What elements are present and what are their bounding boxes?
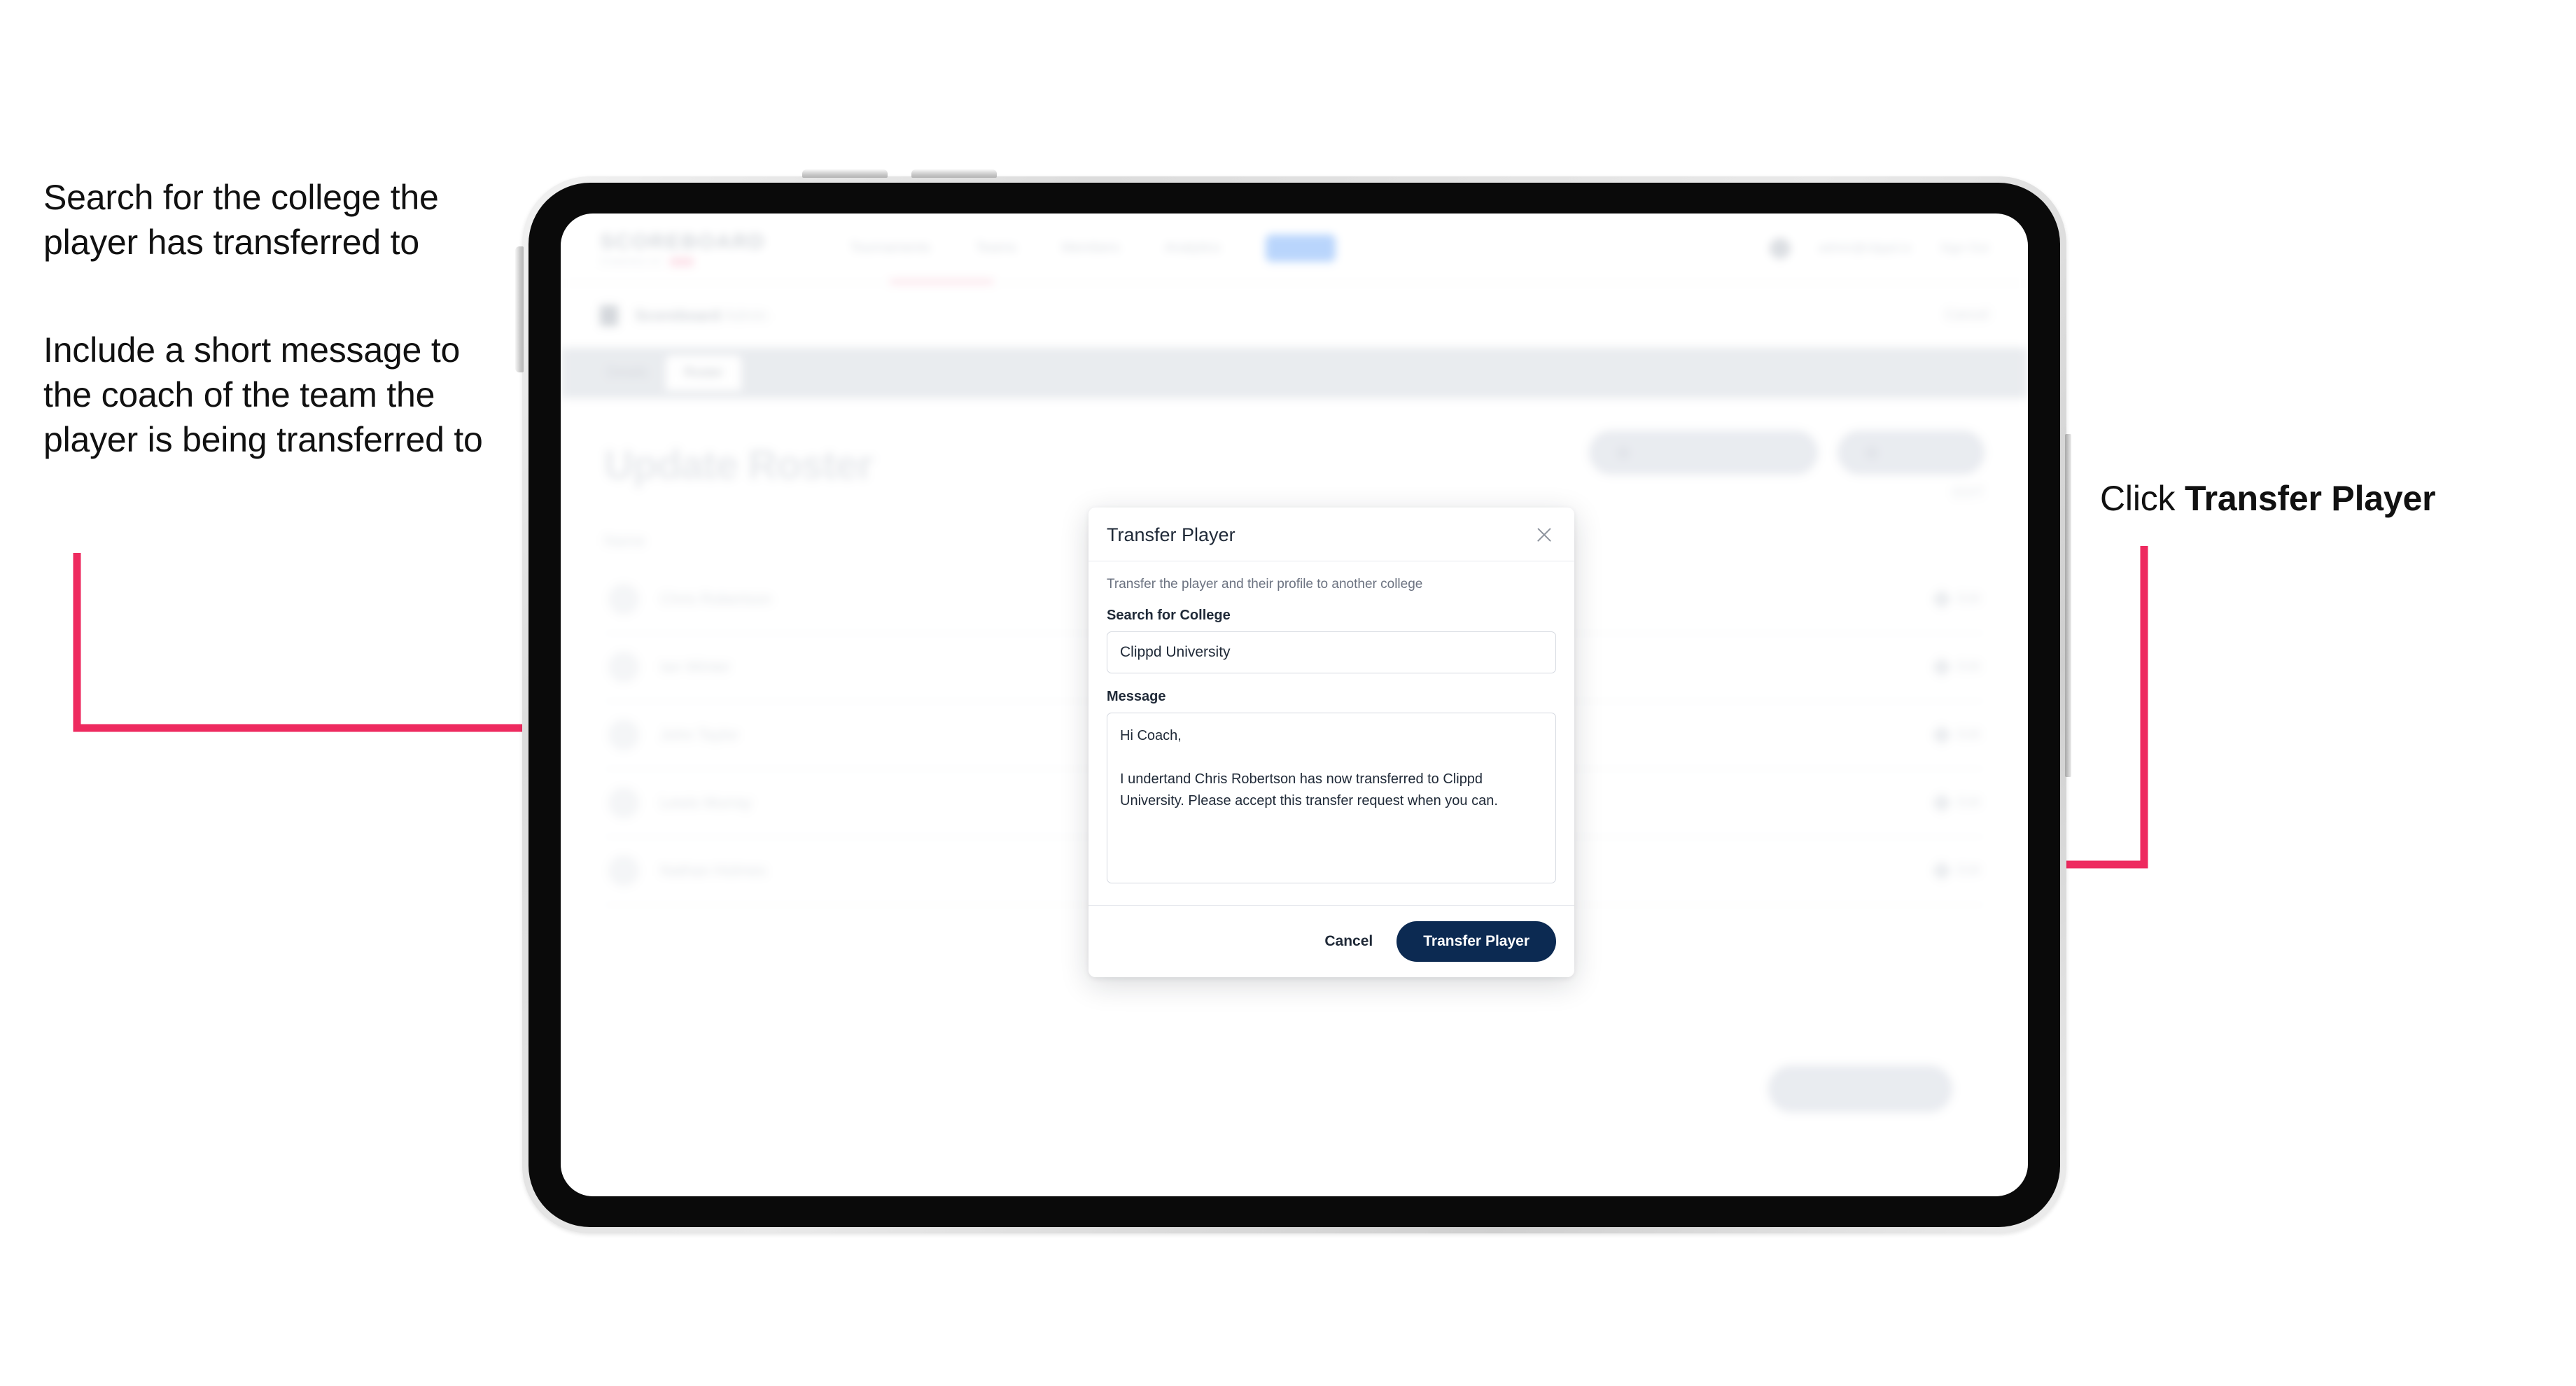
volume-down-button[interactable] [911, 169, 997, 178]
scoreboard-icon [600, 304, 618, 326]
tablet-bezel: SCOREBOARD POWERED BY Tournaments Teams … [528, 183, 2060, 1227]
message-label: Message [1107, 689, 1166, 704]
avatar[interactable] [1769, 237, 1791, 259]
pencil-icon [1932, 657, 1952, 678]
dialog-header: Transfer Player [1088, 507, 1574, 561]
edit-label: Edit [1957, 659, 1980, 674]
edit-cell[interactable]: Edit [1932, 589, 1980, 610]
topnav-item-teams[interactable]: Teams [975, 240, 1016, 256]
edit-cell[interactable]: Edit [1932, 657, 1980, 678]
pencil-icon [1932, 860, 1952, 881]
roster-column-header-edit: EDIT [1952, 485, 1984, 500]
player-name: Nathan Holmes [660, 862, 766, 879]
tab-roster[interactable]: Roster [666, 356, 742, 391]
topnav-item-members[interactable]: Members [1061, 240, 1119, 256]
pencil-icon [1932, 589, 1952, 610]
screenshot-canvas: Search for the college the player has tr… [0, 0, 2576, 1386]
annotation-note-search-college: Search for the college the player has tr… [43, 178, 439, 262]
brand-badge [669, 257, 695, 266]
annotation-note-click-transfer: Click Transfer Player [2100, 476, 2548, 521]
edit-label: Edit [1957, 592, 1980, 606]
app-topbar-right: admin@clippd.io Sign Out [1769, 237, 1989, 259]
edit-cell[interactable]: Edit [1932, 724, 1980, 746]
edit-cell[interactable]: Edit [1932, 860, 1980, 881]
request-player-transfer-button[interactable]: Request Player Transfer [1588, 430, 1819, 475]
avatar [608, 720, 639, 750]
plus-icon [1865, 446, 1879, 459]
player-name: Lewis Murray [660, 794, 752, 811]
cancel-button[interactable]: Cancel [1324, 933, 1373, 950]
player-name: Ian Winter [660, 658, 731, 676]
request-transfer-label: Request Player Transfer [1639, 444, 1791, 460]
topnav-item-tournaments[interactable]: Tournaments [850, 240, 931, 256]
dialog-title: Transfer Player [1107, 524, 1236, 545]
tablet-device-frame: SCOREBOARD POWERED BY Tournaments Teams … [515, 169, 2071, 1233]
subbar-title-suffix: Admin [724, 306, 768, 324]
edit-label: Edit [1957, 795, 1980, 810]
app-tabs: Details Roster [561, 348, 2028, 398]
avatar [608, 652, 639, 682]
user-email: admin@clippd.io [1818, 241, 1912, 255]
app-logo[interactable]: SCOREBOARD POWERED BY [600, 230, 766, 267]
search-college-label: Search for College [1107, 608, 1231, 623]
annotation-right-prefix: Click [2100, 479, 2185, 518]
message-textarea[interactable]: Hi Coach, I undertand Chris Robertson ha… [1107, 713, 1556, 883]
search-college-input[interactable] [1107, 631, 1556, 673]
avatar [608, 855, 639, 886]
volume-up-button[interactable] [802, 169, 888, 178]
app-topnav: Tournaments Teams Members Analytics Admi… [850, 234, 1336, 262]
brand-wordmark: SCOREBOARD [600, 230, 766, 253]
transfer-player-dialog: Transfer Player Transfer the player and … [1088, 507, 1574, 977]
subbar-cancel-link[interactable]: Cancel [1945, 307, 1989, 323]
tab-details[interactable]: Details [589, 356, 666, 391]
sign-out-link[interactable]: Sign Out [1940, 241, 1989, 255]
app-topbar: SCOREBOARD POWERED BY Tournaments Teams … [561, 214, 2028, 284]
save-and-continue-button[interactable]: Save And Continue [1768, 1065, 1952, 1112]
edit-label: Edit [1957, 863, 1980, 878]
topnav-item-admin[interactable]: Admin [1265, 234, 1336, 262]
add-player-label: Add Player [1888, 444, 1956, 460]
subbar-title: Scoreboard Admin [635, 307, 768, 325]
brand-sub-text: POWERED BY [600, 256, 664, 267]
dialog-description: Transfer the player and their profile to… [1107, 577, 1423, 592]
topnav-item-analytics[interactable]: Analytics [1165, 240, 1221, 256]
tablet-screen: SCOREBOARD POWERED BY Tournaments Teams … [561, 214, 2028, 1196]
brand-subline: POWERED BY [600, 257, 766, 267]
annotation-right-bold: Transfer Player [2185, 479, 2436, 518]
roster-action-buttons: Request Player Transfer Add Player [1588, 430, 1984, 475]
annotation-note-include-message: Include a short message to the coach of … [43, 330, 483, 459]
side-accessory-button[interactable] [2065, 434, 2071, 777]
avatar [608, 584, 639, 615]
dialog-footer: Cancel Transfer Player [1088, 905, 1574, 977]
transfer-icon [1616, 446, 1630, 459]
edit-label: Edit [1957, 727, 1980, 742]
field-spacer [1107, 673, 1556, 689]
topnav-active-underline [890, 280, 993, 284]
close-icon[interactable] [1532, 523, 1556, 547]
power-button[interactable] [515, 246, 524, 372]
edit-cell[interactable]: Edit [1932, 792, 1980, 813]
add-player-button[interactable]: Add Player [1837, 430, 1984, 475]
player-name: Chris Robertson [660, 590, 771, 608]
dialog-body: Transfer the player and their profile to… [1088, 561, 1574, 905]
transfer-player-submit-button[interactable]: Transfer Player [1396, 921, 1556, 962]
avatar [608, 788, 639, 818]
app-subbar: Scoreboard Admin Cancel [561, 284, 2028, 348]
pencil-icon [1932, 792, 1952, 813]
subbar-title-main: Scoreboard [635, 306, 721, 324]
player-name: John Taylor [660, 726, 739, 743]
pencil-icon [1932, 724, 1952, 746]
